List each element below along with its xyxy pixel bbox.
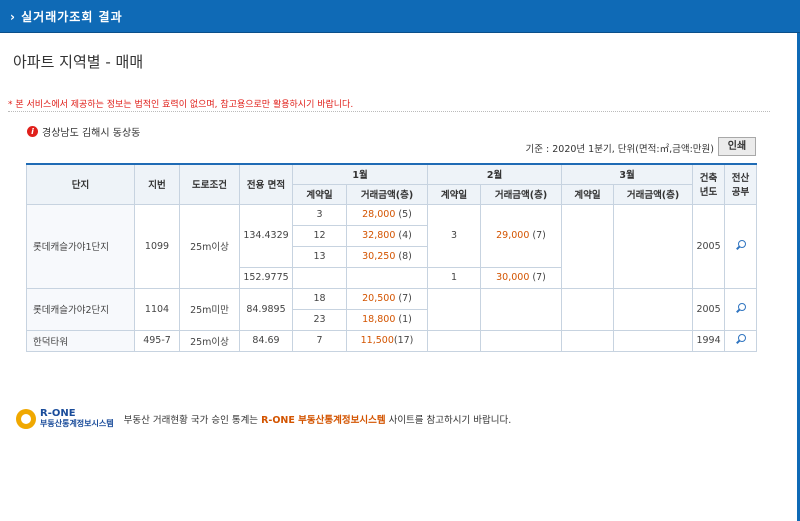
register-link[interactable] — [724, 203, 758, 289]
legal-notice: * 본 서비스에서 제공하는 정보는 법적인 효력이 없으며, 참고용으로만 활… — [8, 100, 354, 110]
header-road: 도로조건 — [179, 163, 240, 205]
location-label: i 경상남도 김해시 동상동 — [27, 124, 140, 139]
dotted-divider — [8, 111, 770, 112]
contract-day: 23 — [292, 308, 347, 331]
build-year: 1994 — [692, 329, 726, 352]
lot-number: 1104 — [134, 287, 180, 331]
area-value: 134.4329 — [239, 203, 293, 268]
transaction-table: 단지 지번 도로조건 전용 면적 1월 2월 3월 건축 년도 전산 공부 계약… — [26, 163, 758, 352]
table-row: 한덕타워 495-7 25m이상 84.69 7 11,500(17) 1994 — [26, 329, 758, 352]
register-link[interactable] — [724, 329, 758, 352]
header-register: 전산 공부 — [724, 163, 758, 205]
trade-amount: 32,800 (4) — [345, 224, 429, 247]
contract-day-empty — [427, 287, 482, 331]
info-icon: i — [27, 126, 38, 137]
r-one-logo[interactable]: R-ONE 부동산통계정보시스템 — [16, 409, 114, 429]
trade-amount: 29,000 (7) — [480, 203, 563, 268]
contract-day-empty — [561, 287, 615, 331]
trade-amount: 28,000 (5) — [345, 203, 429, 226]
trade-amount: 11,500(17) — [345, 329, 429, 352]
complex-name: 롯데캐슬가야1단지 — [26, 203, 135, 289]
magnifier-icon[interactable] — [736, 239, 746, 250]
logo-title: R-ONE — [40, 408, 76, 419]
header-complex: 단지 — [26, 163, 135, 205]
contract-day-empty — [427, 329, 482, 352]
contract-day-empty — [561, 203, 615, 289]
area-value: 152.9775 — [239, 266, 293, 289]
header-area: 전용 면적 — [239, 163, 293, 205]
contract-day: 7 — [292, 329, 347, 352]
header-month-3: 3월 — [561, 163, 694, 185]
contract-day-empty — [561, 329, 615, 352]
area-value: 84.69 — [239, 329, 293, 352]
contract-day: 13 — [292, 245, 347, 268]
r-one-logo-icon — [16, 409, 36, 429]
header-m1-day: 계약일 — [292, 183, 347, 205]
header-month-1: 1월 — [291, 163, 429, 185]
trade-amount: 30,250 (8) — [345, 245, 429, 268]
header-m2-day: 계약일 — [427, 183, 482, 205]
header-m3-day: 계약일 — [561, 183, 615, 205]
trade-amount: 18,800 (1) — [345, 308, 429, 331]
contract-day: 1 — [427, 266, 482, 289]
top-header-bar: › 실거래가조회 결과 — [0, 0, 800, 33]
lot-number: 495-7 — [134, 329, 180, 352]
header-m2-amount: 거래금액(층) — [480, 183, 563, 205]
trade-amount-empty — [480, 329, 563, 352]
location-text: 경상남도 김해시 동상동 — [42, 128, 141, 139]
build-year: 2005 — [692, 203, 726, 289]
header-m1-amount: 거래금액(층) — [345, 183, 429, 205]
complex-name: 한덕타워 — [26, 329, 135, 352]
print-button[interactable]: 인쇄 — [718, 137, 756, 156]
footer-notice: R-ONE 부동산통계정보시스템 부동산 거래현황 국가 승인 통계는 R-ON… — [16, 409, 511, 429]
lot-number: 1099 — [134, 203, 180, 289]
r-one-link[interactable]: R-ONE 부동산통계정보시스템 — [261, 415, 385, 426]
trade-amount-empty — [345, 266, 429, 289]
page-subtitle: 아파트 지역별 - 매매 — [13, 53, 144, 71]
magnifier-icon[interactable] — [736, 302, 746, 313]
header-m3-amount: 거래금액(층) — [613, 183, 694, 205]
complex-name: 롯데캐슬가야2단지 — [26, 287, 135, 331]
trade-amount-empty — [613, 287, 694, 331]
trade-amount: 30,000 (7) — [480, 266, 563, 289]
contract-day-empty — [292, 266, 347, 289]
trade-amount-empty — [613, 203, 694, 289]
area-value: 84.9895 — [239, 287, 293, 331]
trade-amount: 20,500 (7) — [345, 287, 429, 310]
magnifier-icon[interactable] — [736, 334, 746, 344]
table-row: 롯데캐슬가야1단지 1099 25m이상 134.4329 3 28,000 (… — [26, 203, 758, 289]
header-build-year: 건축 년도 — [692, 163, 726, 205]
basis-info: 기준 : 2020년 1분기, 단위(면적:㎡,금액:만원) — [525, 144, 714, 155]
trade-amount-empty — [480, 287, 563, 331]
build-year: 2005 — [692, 287, 726, 331]
road-condition: 25m미만 — [179, 287, 240, 331]
road-condition: 25m이상 — [179, 329, 240, 352]
table-row: 롯데캐슬가야2단지 1104 25m미만 84.9895 18 20,500 (… — [26, 287, 758, 331]
header-lot: 지번 — [134, 163, 180, 205]
header-month-2: 2월 — [427, 163, 563, 185]
contract-day: 18 — [292, 287, 347, 310]
header-title: › 실거래가조회 결과 — [10, 10, 123, 24]
register-link[interactable] — [724, 287, 758, 331]
trade-amount-empty — [613, 329, 694, 352]
footer-message: 부동산 거래현황 국가 승인 통계는 R-ONE 부동산통계정보시스템 사이트를… — [123, 415, 512, 426]
contract-day: 12 — [292, 224, 347, 247]
contract-day: 3 — [427, 203, 482, 268]
road-condition: 25m이상 — [179, 203, 240, 289]
contract-day: 3 — [292, 203, 347, 226]
logo-subtitle: 부동산통계정보시스템 — [40, 419, 114, 428]
